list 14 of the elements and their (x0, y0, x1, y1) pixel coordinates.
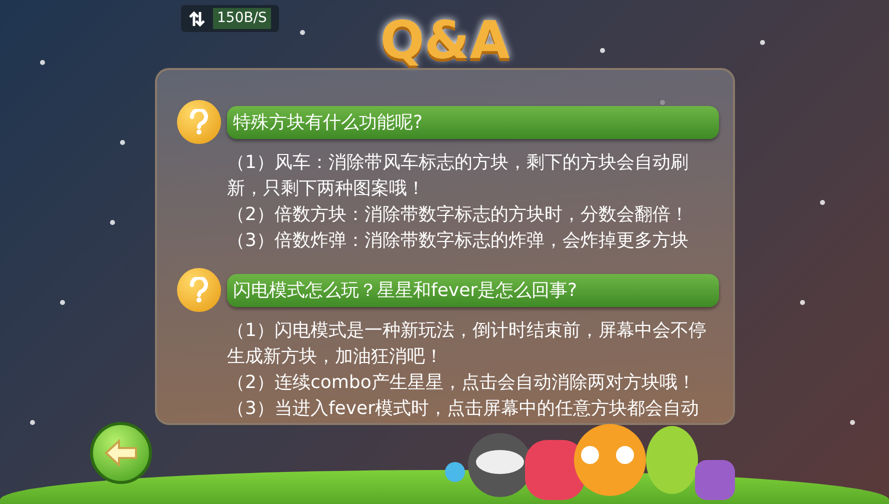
answer-text: （1）风车：消除带风车标志的方块，剩下的方块会自动刷新，只剩下两种图案哦！ (227, 151, 690, 201)
answer-text: （3）倍数炸弹：消除带数字标志的炸弹，会炸掉更多方块 (227, 229, 690, 253)
answer-text: （2）倍数方块：消除带数字标志的方块时，分数会翻倍！ (227, 203, 690, 227)
left-arrow-icon (104, 439, 138, 467)
question-mark-icon (177, 268, 221, 312)
question-banner: 闪电模式怎么玩？星星和fever是怎么回事? (227, 274, 719, 306)
answer-text: （2）连续combo产生星星，点击会自动消除两对方块哦！ (227, 371, 696, 395)
answer-text: （3）当进入fever模式时，点击屏幕中的任意方块都会自动 (227, 397, 700, 421)
answer-text: （1）闪电模式是一种新玩法，倒计时结束前，屏幕中会不停生成新方块，加油狂消吧！ (227, 319, 708, 369)
qa-title: Q&A (380, 10, 510, 73)
transfer-arrows-icon (189, 10, 205, 26)
question-mark-icon (177, 100, 221, 144)
question-banner: 特殊方块有什么功能呢? (227, 106, 719, 138)
speed-text: 150B/S (213, 8, 271, 29)
